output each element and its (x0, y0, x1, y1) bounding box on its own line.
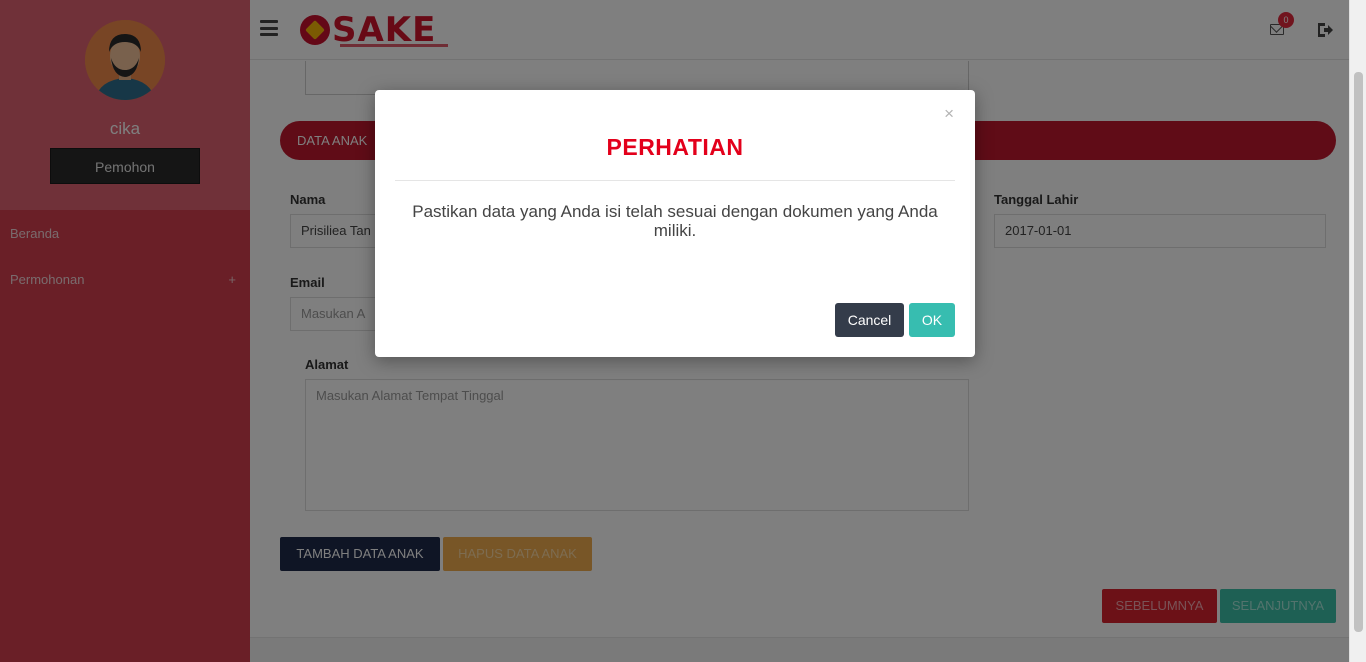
modal-title: PERHATIAN (606, 134, 744, 160)
modal-divider (395, 180, 955, 181)
ok-button[interactable]: OK (909, 303, 955, 337)
cancel-button[interactable]: Cancel (835, 303, 904, 337)
close-icon[interactable]: × (944, 105, 954, 122)
modal-message: Pastikan data yang Anda isi telah sesuai… (412, 202, 938, 240)
page-scrollbar[interactable] (1349, 0, 1366, 662)
confirmation-modal: × PERHATIAN Pastikan data yang Anda isi … (375, 90, 975, 357)
scrollbar-thumb[interactable] (1354, 72, 1363, 632)
